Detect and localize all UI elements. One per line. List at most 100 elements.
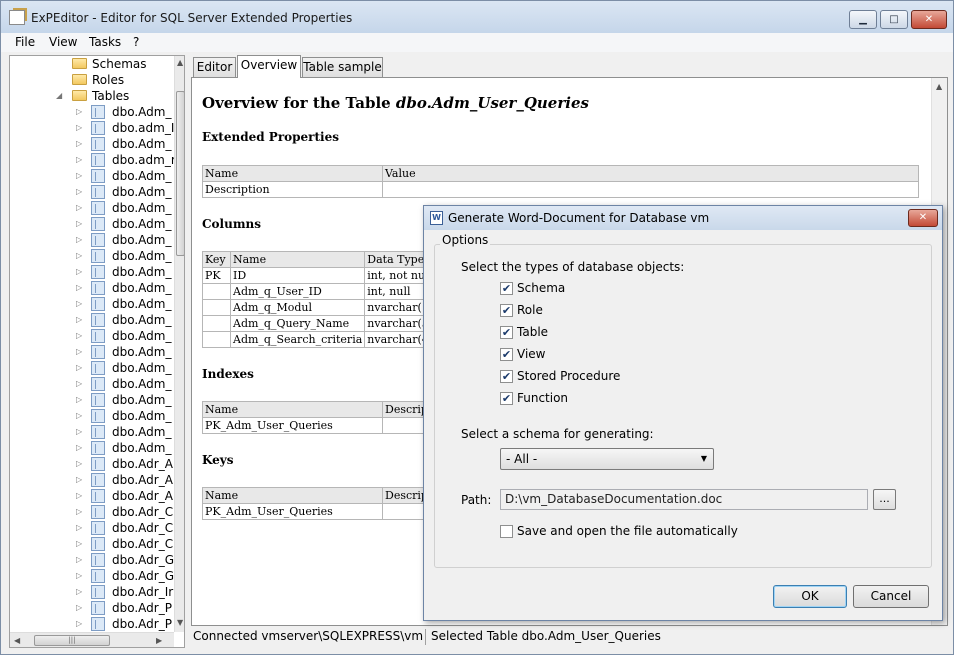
- expand-icon[interactable]: ▷: [76, 264, 86, 280]
- checkbox-box[interactable]: ✔: [500, 370, 513, 383]
- browse-button[interactable]: ...: [873, 489, 896, 510]
- checkbox-box[interactable]: ✔: [500, 392, 513, 405]
- expand-icon[interactable]: ▷: [76, 376, 86, 392]
- expand-icon[interactable]: ▷: [76, 584, 86, 600]
- tree-folder-roles[interactable]: Roles: [56, 72, 174, 88]
- expand-open-icon[interactable]: ◢: [56, 88, 66, 104]
- menu-file[interactable]: File: [15, 35, 35, 49]
- tree-item-table[interactable]: ▷ dbo.Adm_: [76, 184, 174, 200]
- tab-editor[interactable]: Editor: [193, 57, 236, 78]
- expand-icon[interactable]: ▷: [76, 104, 86, 120]
- tree-horizontal-scrollbar[interactable]: ◀ ||| ▶: [10, 632, 174, 647]
- expand-icon[interactable]: ▷: [76, 136, 86, 152]
- menu-tasks[interactable]: Tasks: [89, 35, 121, 49]
- tree-item-table[interactable]: ▷ dbo.Adm_: [76, 264, 174, 280]
- tree-item-table[interactable]: ▷ dbo.Adm_: [76, 424, 174, 440]
- minimize-button[interactable]: ▁: [849, 10, 877, 29]
- expand-icon[interactable]: ▷: [76, 616, 86, 632]
- tree-item-table[interactable]: ▷ dbo.Adm_: [76, 408, 174, 424]
- tree-item-table[interactable]: ▷ dbo.Adr_C: [76, 520, 174, 536]
- expand-icon[interactable]: ▷: [76, 424, 86, 440]
- checkbox-box[interactable]: ✔: [500, 348, 513, 361]
- scroll-up-icon[interactable]: ▲: [936, 82, 942, 91]
- expand-icon[interactable]: ▷: [76, 568, 86, 584]
- expand-icon[interactable]: ▷: [76, 472, 86, 488]
- dialog-title-bar[interactable]: W Generate Word-Document for Database vm…: [424, 206, 942, 230]
- expand-icon[interactable]: ▷: [76, 296, 86, 312]
- tree-item-table[interactable]: ▷ dbo.Adm_: [76, 392, 174, 408]
- tree-item-table[interactable]: ▷ dbo.Adm_: [76, 200, 174, 216]
- expand-icon[interactable]: ▷: [76, 520, 86, 536]
- checkbox-box[interactable]: ✔: [500, 304, 513, 317]
- checkbox-box[interactable]: [500, 525, 513, 538]
- tree-vertical-scroll-thumb[interactable]: [176, 91, 184, 256]
- expand-icon[interactable]: ▷: [76, 488, 86, 504]
- object-tree[interactable]: Schemas Roles ◢ Tables ▷ dbo.Adm_ ▷ dbo.adm_I ▷ d…: [9, 55, 185, 648]
- scroll-left-icon[interactable]: ◀: [14, 636, 20, 645]
- expand-icon[interactable]: ▷: [76, 552, 86, 568]
- cancel-button[interactable]: Cancel: [853, 585, 929, 608]
- schema-dropdown[interactable]: - All - ▼: [500, 448, 714, 470]
- tree-item-table[interactable]: ▷ dbo.Adm_: [76, 248, 174, 264]
- expand-icon[interactable]: ▷: [76, 360, 86, 376]
- tree-item-table[interactable]: ▷ dbo.Adr_C: [76, 536, 174, 552]
- expand-icon[interactable]: ▷: [76, 184, 86, 200]
- tree-item-table[interactable]: ▷ dbo.Adm_: [76, 296, 174, 312]
- close-button[interactable]: ✕: [911, 10, 947, 29]
- tree-item-table[interactable]: ▷ dbo.Adr_A: [76, 488, 174, 504]
- expand-icon[interactable]: ▷: [76, 200, 86, 216]
- tree-item-table[interactable]: ▷ dbo.Adm_: [76, 312, 174, 328]
- tree-horizontal-scroll-thumb[interactable]: |||: [34, 635, 110, 646]
- checkbox-box[interactable]: ✔: [500, 282, 513, 295]
- expand-icon[interactable]: ▷: [76, 504, 86, 520]
- tree-item-table[interactable]: ▷ dbo.Adr_A: [76, 456, 174, 472]
- expand-icon[interactable]: ▷: [76, 536, 86, 552]
- expand-icon[interactable]: ▷: [76, 600, 86, 616]
- maximize-button[interactable]: □: [880, 10, 908, 29]
- table-row[interactable]: Description: [202, 181, 919, 198]
- ok-button[interactable]: OK: [773, 585, 847, 608]
- expand-icon[interactable]: ▷: [76, 344, 86, 360]
- tree-item-table[interactable]: ▷ dbo.Adm_: [76, 168, 174, 184]
- dialog-close-button[interactable]: ✕: [908, 209, 938, 227]
- tree-item-table[interactable]: ▷ dbo.Adr_C: [76, 504, 174, 520]
- tree-item-table[interactable]: ▷ dbo.Adm_: [76, 216, 174, 232]
- expand-icon[interactable]: ▷: [76, 216, 86, 232]
- expand-icon[interactable]: ▷: [76, 168, 86, 184]
- tree-item-table[interactable]: ▷ dbo.Adr_Ir: [76, 584, 174, 600]
- tree-item-table[interactable]: ▷ dbo.Adm_: [76, 328, 174, 344]
- expand-icon[interactable]: ▷: [76, 280, 86, 296]
- tree-item-table[interactable]: ▷ dbo.Adr_G: [76, 552, 174, 568]
- expand-icon[interactable]: ▷: [76, 120, 86, 136]
- tree-item-table[interactable]: ▷ dbo.Adr_P: [76, 600, 174, 616]
- tree-item-table[interactable]: ▷ dbo.Adr_G: [76, 568, 174, 584]
- title-bar[interactable]: ExPEditor - Editor for SQL Server Extend…: [1, 1, 953, 33]
- tree-item-table[interactable]: ▷ dbo.adm_r: [76, 152, 176, 168]
- expand-icon[interactable]: ▷: [76, 392, 86, 408]
- menu-view[interactable]: View: [49, 35, 77, 49]
- tree-item-table[interactable]: ▷ dbo.Adm_: [76, 360, 174, 376]
- expand-icon[interactable]: ▷: [76, 440, 86, 456]
- tree-folder-tables[interactable]: ◢ Tables: [56, 88, 174, 104]
- expand-icon[interactable]: ▷: [76, 248, 86, 264]
- tree-item-table[interactable]: ▷ dbo.Adm_: [76, 232, 174, 248]
- tree-item-table[interactable]: ▷ dbo.adm_I: [76, 120, 174, 136]
- tree-item-table[interactable]: ▷ dbo.Adm_: [76, 280, 174, 296]
- scroll-up-icon[interactable]: ▲: [177, 58, 183, 67]
- tree-vertical-scrollbar[interactable]: ▲ ▼: [174, 56, 184, 632]
- table-row[interactable]: PK_Adm_User_Queries: [202, 417, 443, 434]
- tree-item-table[interactable]: ▷ dbo.Adr_A: [76, 472, 174, 488]
- expand-icon[interactable]: ▷: [76, 312, 86, 328]
- expand-icon[interactable]: ▷: [76, 328, 86, 344]
- checkbox-box[interactable]: ✔: [500, 326, 513, 339]
- tree-item-table[interactable]: ▷ dbo.Adm_: [76, 136, 174, 152]
- table-row[interactable]: PK_Adm_User_Queries: [202, 503, 443, 520]
- scroll-down-icon[interactable]: ▼: [177, 618, 183, 627]
- menu-help[interactable]: ?: [133, 35, 139, 49]
- expand-icon[interactable]: ▷: [76, 232, 86, 248]
- expand-icon[interactable]: ▷: [76, 456, 86, 472]
- path-field[interactable]: D:\vm_DatabaseDocumentation.doc: [500, 489, 868, 510]
- tree-item-table[interactable]: ▷ dbo.Adm_: [76, 104, 174, 120]
- tree-item-table[interactable]: ▷ dbo.Adm_: [76, 376, 174, 392]
- scroll-right-icon[interactable]: ▶: [156, 636, 162, 645]
